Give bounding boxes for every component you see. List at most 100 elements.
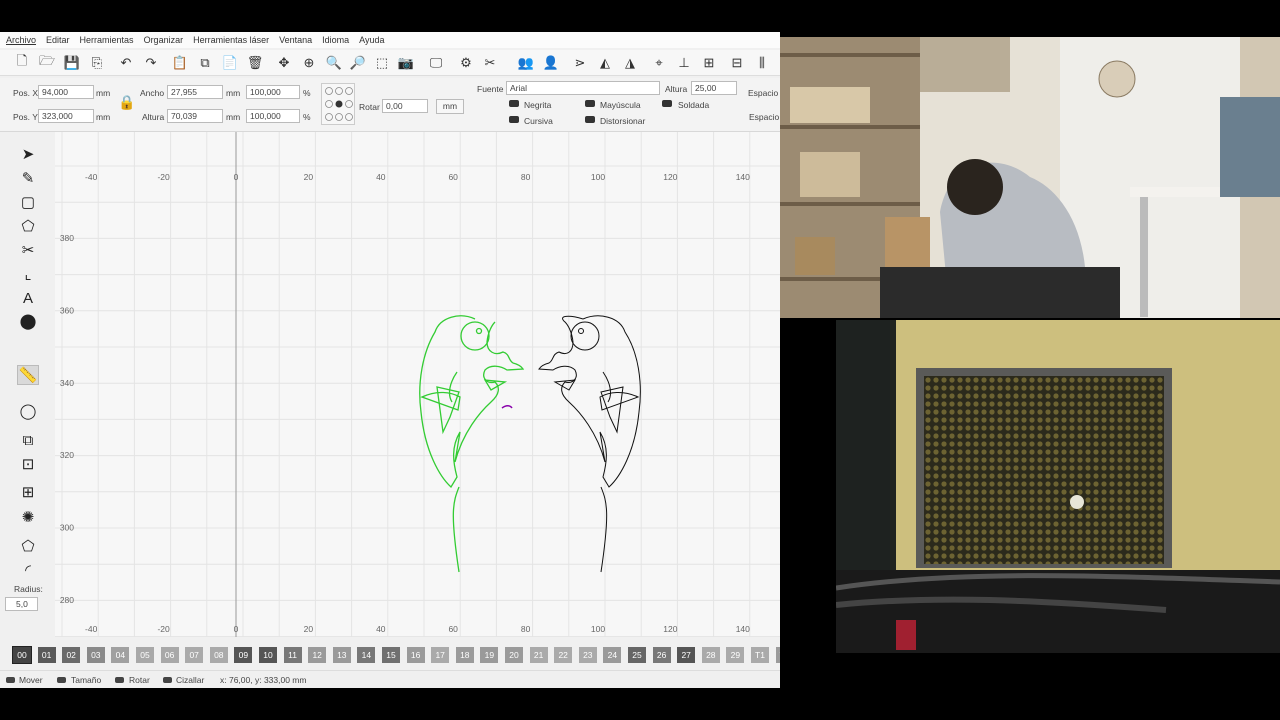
layer-18[interactable]: 18	[455, 647, 474, 663]
menu-idioma[interactable]: Idioma	[322, 35, 349, 45]
layer-22[interactable]: 22	[554, 647, 573, 663]
shape-right[interactable]	[538, 315, 641, 573]
layer-28[interactable]: 28	[701, 647, 720, 663]
grid-array-icon[interactable]: ⊞	[17, 482, 39, 502]
distorsionar-toggle[interactable]	[585, 116, 595, 123]
rotar-unit-button[interactable]: mm	[436, 99, 464, 114]
mirror-h-icon[interactable]: ◭	[595, 53, 615, 73]
layer-00[interactable]: 00	[12, 646, 32, 664]
layer-25[interactable]: 25	[628, 647, 646, 663]
menu-herramientas-laser[interactable]: Herramientas láser	[193, 35, 269, 45]
new-file-icon[interactable]: 🗋	[12, 53, 32, 73]
zoom-fit-icon[interactable]: ⊕	[299, 53, 319, 73]
layer-09[interactable]: 09	[234, 647, 253, 663]
layer-17[interactable]: 17	[431, 647, 450, 663]
cursiva-toggle[interactable]	[509, 116, 519, 123]
group-icon[interactable]: 👥	[516, 53, 536, 73]
boolean-icon[interactable]: ⊡	[17, 454, 39, 474]
layer-02[interactable]: 02	[62, 647, 81, 663]
tools-icon[interactable]: ✂	[480, 53, 500, 73]
layer-08[interactable]: 08	[209, 647, 228, 663]
lock-icon[interactable]: 🔒	[118, 94, 135, 111]
save-icon[interactable]: 💾	[62, 53, 82, 73]
layer-24[interactable]: 24	[603, 647, 622, 663]
layer-10[interactable]: 10	[259, 647, 277, 663]
cizallar-toggle[interactable]	[163, 677, 172, 683]
radius-field[interactable]: 5,0	[5, 597, 38, 611]
mayuscula-toggle[interactable]	[585, 100, 595, 107]
zoom-out-icon[interactable]: 🔎	[348, 53, 368, 73]
align-center-icon[interactable]: ⫼	[752, 53, 772, 73]
layer-11[interactable]: 11	[283, 647, 302, 663]
measure-ruler-icon[interactable]: 📏	[17, 365, 39, 385]
user-icon[interactable]: 👤	[541, 53, 561, 73]
position-pin-icon[interactable]: ⬤	[17, 311, 39, 331]
redo-icon[interactable]: ↷	[141, 53, 161, 73]
export-icon[interactable]: ⎘	[87, 53, 107, 73]
array-copy-icon[interactable]: ⧉	[17, 430, 39, 450]
selected-shape-left[interactable]	[419, 315, 525, 573]
soldada-toggle[interactable]	[662, 100, 672, 107]
select-frame-icon[interactable]: ⬚	[372, 53, 392, 73]
clipboard-icon[interactable]: 📋	[170, 53, 190, 73]
distribute-icon[interactable]: ⊞	[699, 53, 719, 73]
canvas-svg[interactable]: -40 -20 0 20 40 60 80 100 120 140 -40 -20 0 20 40 60 80…	[55, 132, 780, 638]
menu-herramientas[interactable]: Herramientas	[80, 35, 134, 45]
mover-toggle[interactable]	[6, 677, 15, 683]
tamano-toggle[interactable]	[57, 677, 66, 683]
copy-icon[interactable]: ⧉	[195, 53, 215, 73]
design-canvas[interactable]: -40 -20 0 20 40 60 80 100 120 140 -40 -20 0 20 40 60 80…	[55, 132, 780, 638]
mirror-v-icon[interactable]: ◮	[620, 53, 640, 73]
scale-width-field[interactable]: 100,000	[246, 85, 300, 99]
anchor-grid[interactable]	[321, 83, 355, 125]
rectangle-icon[interactable]: ▢	[17, 192, 39, 212]
crop-icon[interactable]: ⌞	[17, 264, 39, 284]
layer-T1[interactable]: T1	[751, 647, 769, 663]
camera-icon[interactable]: 📷	[396, 53, 416, 73]
layer-04[interactable]: 04	[111, 647, 130, 663]
layer-26[interactable]: 26	[652, 647, 671, 663]
menu-editar[interactable]: Editar	[46, 35, 70, 45]
layer-29[interactable]: 29	[726, 647, 745, 663]
pencil-icon[interactable]: ✎	[17, 168, 39, 188]
trace-icon[interactable]: ⋗	[570, 53, 590, 73]
settings-icon[interactable]: ⚙	[456, 53, 476, 73]
font-select[interactable]: Arial	[506, 81, 660, 95]
move-icon[interactable]: ✥	[274, 53, 294, 73]
layer-15[interactable]: 15	[382, 647, 400, 663]
layer-14[interactable]: 14	[357, 647, 376, 663]
align-icon[interactable]: ⊥	[674, 53, 694, 73]
text-icon[interactable]: A	[17, 288, 39, 308]
layer-23[interactable]: 23	[578, 647, 597, 663]
altura-field[interactable]: 70,039	[167, 109, 223, 123]
layer-03[interactable]: 03	[86, 647, 105, 663]
select-arrow-icon[interactable]: ➤	[17, 144, 39, 164]
layer-05[interactable]: 05	[136, 647, 154, 663]
zoom-in-icon[interactable]: 🔍	[324, 53, 344, 73]
layer-13[interactable]: 13	[332, 647, 351, 663]
delete-icon[interactable]: 🗑	[245, 53, 265, 73]
menu-organizar[interactable]: Organizar	[144, 35, 184, 45]
layer-01[interactable]: 01	[37, 647, 56, 663]
layer-06[interactable]: 06	[160, 647, 179, 663]
layer-27[interactable]: 27	[677, 647, 696, 663]
circular-array-icon[interactable]: ✺	[17, 507, 39, 527]
menu-ayuda[interactable]: Ayuda	[359, 35, 384, 45]
layer-T2[interactable]: T2	[775, 647, 780, 663]
layer-16[interactable]: 16	[406, 647, 425, 663]
rotar-toggle[interactable]	[115, 677, 124, 683]
scale-height-field[interactable]: 100,000	[246, 109, 300, 123]
menu-ventana[interactable]: Ventana	[279, 35, 312, 45]
undo-icon[interactable]: ↶	[116, 53, 136, 73]
layer-07[interactable]: 07	[185, 647, 204, 663]
target-icon[interactable]: ⌖	[649, 53, 669, 73]
align-left-icon[interactable]: ⊟	[727, 53, 747, 73]
monitor-icon[interactable]: 🖵	[426, 53, 446, 73]
scissors-icon[interactable]: ✂	[17, 240, 39, 260]
open-folder-icon[interactable]: 🗁	[37, 53, 57, 73]
layer-20[interactable]: 20	[505, 647, 523, 663]
rounded-corner-icon[interactable]: ◜	[17, 560, 39, 580]
layer-21[interactable]: 21	[529, 647, 548, 663]
layer-19[interactable]: 19	[480, 647, 499, 663]
font-height-field[interactable]: 25,00	[691, 81, 737, 95]
